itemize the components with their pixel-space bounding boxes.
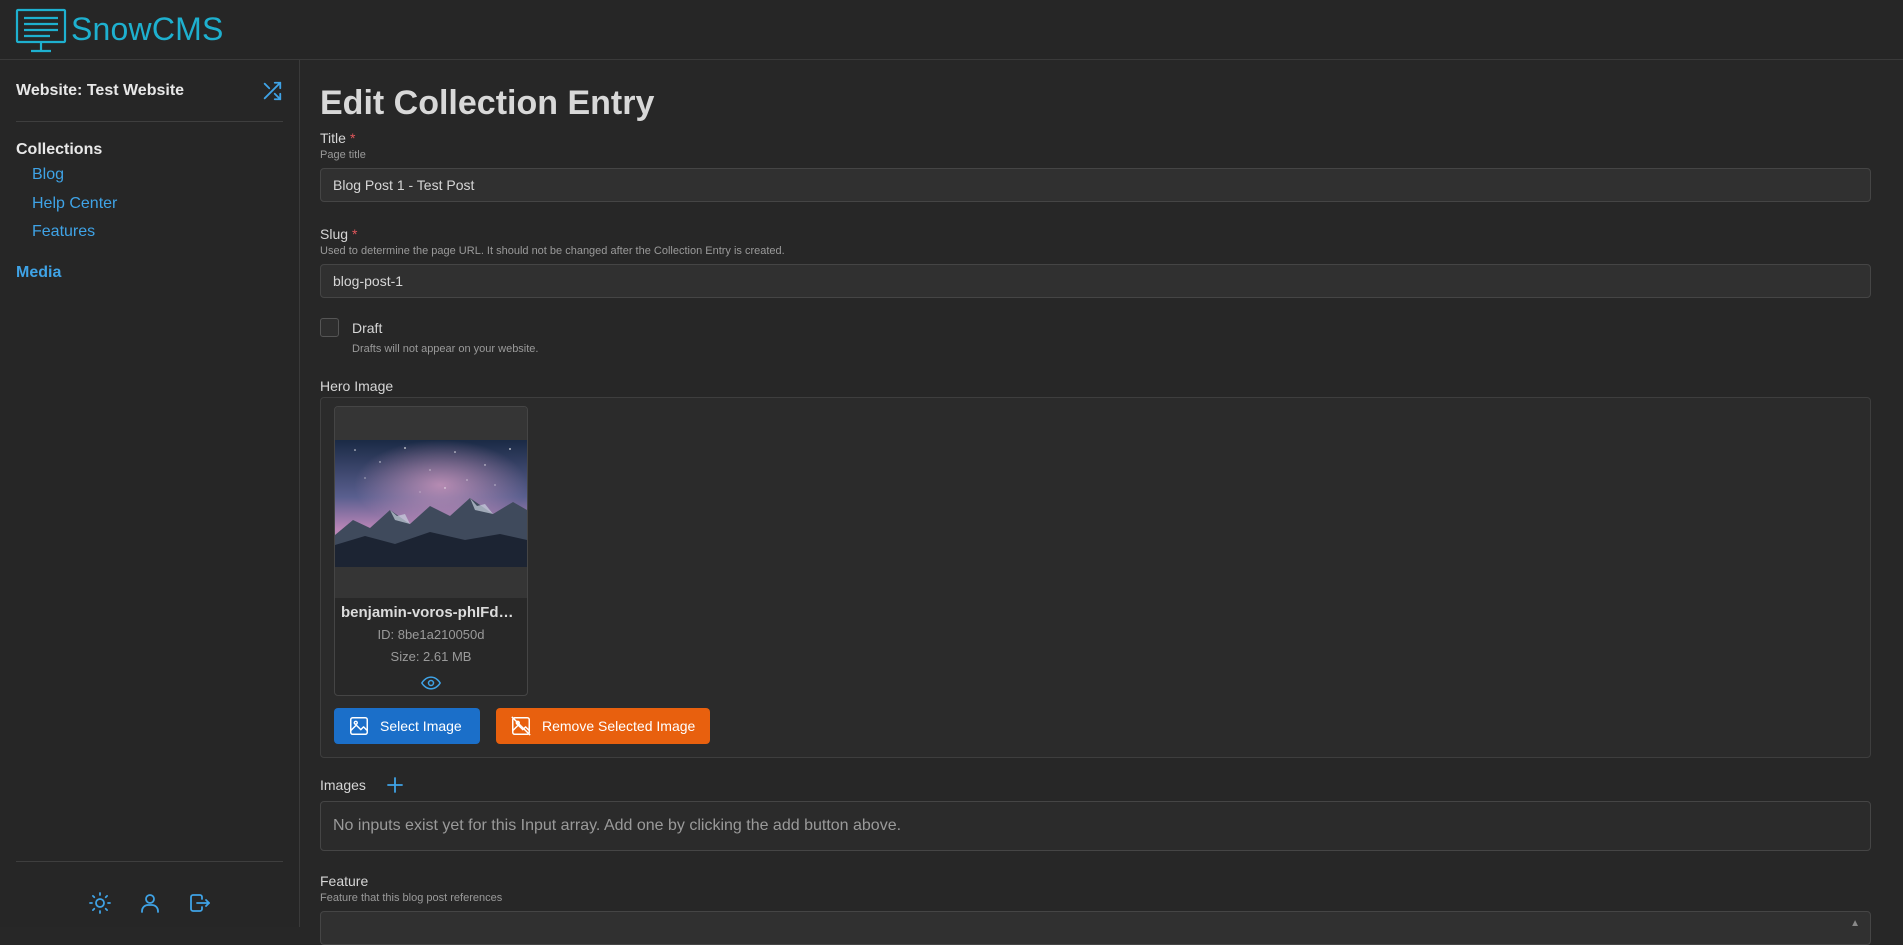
title-input[interactable]	[320, 168, 1871, 202]
slug-label-text: Slug	[320, 226, 349, 242]
title-label: Title *	[320, 130, 355, 146]
user-icon[interactable]	[138, 891, 162, 915]
sidebar: Website: Test Website Collections Blog H…	[0, 60, 300, 927]
logout-icon[interactable]	[188, 891, 212, 915]
sidebar-item-help-center[interactable]: Help Center	[32, 195, 117, 213]
title-label-text: Title	[320, 130, 346, 146]
slug-description: Used to determine the page URL. It shoul…	[320, 245, 785, 257]
feature-label: Feature	[320, 873, 369, 889]
images-header: Images	[320, 776, 404, 794]
plus-icon[interactable]	[386, 776, 404, 794]
shuffle-switch-icon[interactable]	[261, 80, 283, 102]
hero-image-thumbnail	[335, 440, 527, 567]
hero-image-size: Size: 2.61 MB	[390, 649, 472, 664]
brand[interactable]: SnowCMS	[15, 7, 224, 53]
website-name: Website: Test Website	[16, 82, 185, 99]
draft-label: Draft	[352, 320, 383, 336]
feature-select[interactable]: ▲	[320, 911, 1871, 945]
images-label: Images	[320, 777, 366, 793]
slug-input[interactable]	[320, 264, 1871, 298]
monitor-logo-icon	[15, 8, 67, 52]
hero-image-filename: benjamin-voros-phIFdC6lA4E-unsplash.jpg	[341, 604, 527, 621]
feature-description: Feature that this blog post references	[320, 892, 503, 904]
sidebar-item-features[interactable]: Features	[32, 223, 95, 241]
sidebar-footer	[0, 879, 299, 927]
sidebar-item-blog[interactable]: Blog	[32, 166, 64, 184]
remove-selected-image-button[interactable]: Remove Selected Image	[496, 708, 710, 744]
slug-label: Slug *	[320, 226, 357, 242]
hero-image-label: Hero Image	[320, 378, 394, 394]
app-name: SnowCMS	[71, 11, 224, 47]
image-off-icon	[511, 716, 531, 736]
image-preview-frame	[335, 407, 527, 598]
draft-checkbox[interactable]	[320, 318, 339, 337]
draft-description: Drafts will not appear on your website.	[352, 343, 539, 355]
top-bar: SnowCMS	[0, 0, 1903, 60]
collections-heading: Collections	[16, 141, 103, 158]
sidebar-footer-divider	[16, 861, 283, 862]
images-empty-state: No inputs exist yet for this Input array…	[320, 801, 1871, 851]
website-selector: Website: Test Website	[16, 79, 283, 103]
hero-image-field: benjamin-voros-phIFdC6lA4E-unsplash.jpg …	[320, 397, 1871, 758]
sidebar-divider	[16, 121, 283, 122]
page-title: Edit Collection Entry	[320, 84, 655, 122]
hero-image-id: ID: 8be1a210050d	[377, 627, 485, 642]
chevron-down-icon: ▲	[1850, 918, 1860, 929]
required-mark: *	[349, 130, 356, 146]
title-description: Page title	[320, 149, 366, 161]
sun-icon[interactable]	[88, 891, 112, 915]
image-icon	[350, 717, 368, 735]
hero-image-card: benjamin-voros-phIFdC6lA4E-unsplash.jpg …	[334, 406, 528, 696]
main-content: Edit Collection Entry Title * Page title …	[300, 60, 1903, 945]
select-image-button[interactable]: Select Image	[334, 708, 480, 744]
remove-image-label: Remove Selected Image	[542, 718, 696, 734]
required-mark: *	[352, 226, 358, 242]
eye-icon[interactable]	[421, 674, 441, 692]
sidebar-item-media[interactable]: Media	[16, 264, 61, 282]
select-image-label: Select Image	[380, 718, 462, 734]
